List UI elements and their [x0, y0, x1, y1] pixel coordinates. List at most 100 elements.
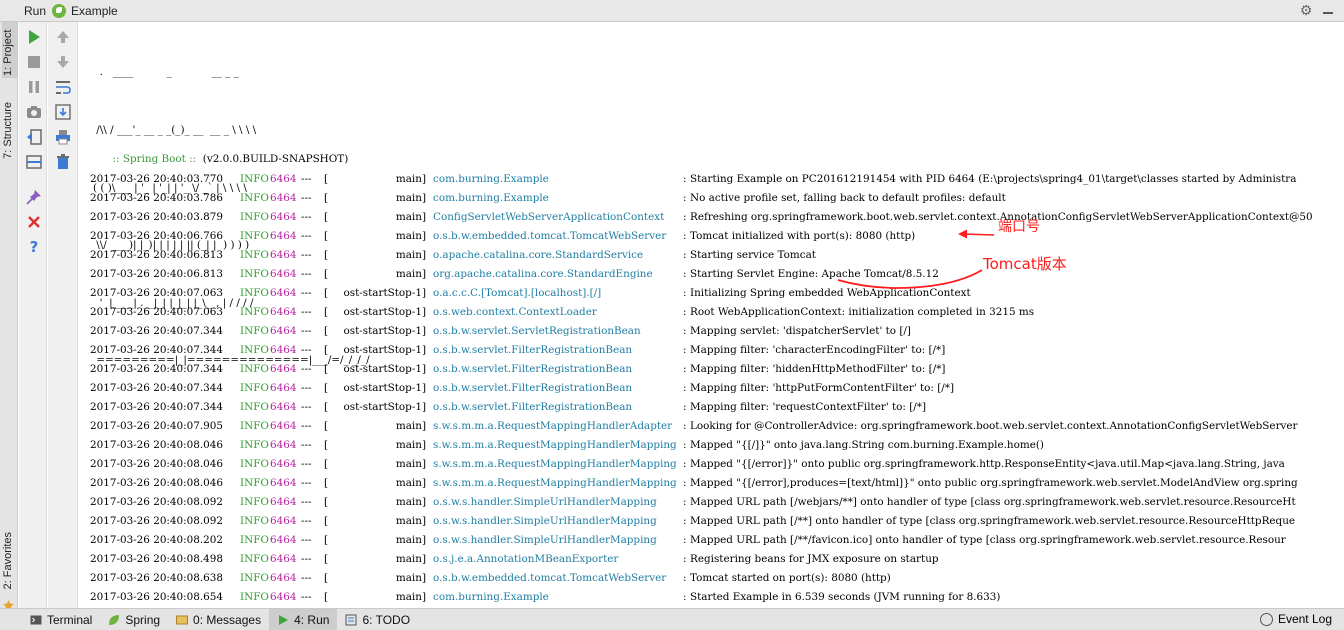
log-logger: o.apache.catalina.core.StandardService — [433, 249, 644, 261]
log-separator: --- — [301, 591, 312, 603]
log-line: 2017-03-26 20:40:07.344 INFO 6464 --- [ost-s… — [90, 360, 1344, 379]
log-thread-bracket: [ — [324, 458, 329, 470]
tab-project[interactable]: 1: Project — [2, 22, 17, 78]
banner-line: . ____ _ __ _ _ — [93, 66, 239, 79]
pause-icon[interactable] — [25, 78, 43, 96]
log-level: INFO — [240, 439, 269, 451]
tab-messages[interactable]: 0: Messages — [168, 609, 269, 630]
log-timestamp: 2017-03-26 20:40:08.046 — [90, 458, 224, 470]
log-message: Starting service Tomcat — [690, 249, 816, 261]
log-thread-name: main] — [395, 420, 426, 432]
log-line: 2017-03-26 20:40:08.498 INFO 6464 --- [main]… — [90, 550, 1344, 569]
log-lines: 2017-03-26 20:40:03.770 INFO 6464 ---[main]… — [90, 170, 1344, 607]
log-pid: 6464 — [270, 553, 297, 565]
log-level: INFO — [240, 401, 269, 413]
log-line: 2017-03-26 20:40:07.344 INFO 6464 --- [ost-s… — [90, 322, 1344, 341]
log-level: INFO — [240, 249, 269, 261]
help-icon[interactable]: ? — [25, 238, 43, 256]
stop-icon[interactable] — [25, 53, 43, 71]
log-separator: --- — [301, 382, 312, 394]
log-pid: 6464 — [270, 230, 297, 242]
log-colon: : — [683, 382, 687, 394]
log-separator: --- — [301, 477, 312, 489]
log-thread-bracket: [ — [324, 572, 329, 584]
log-message: Root WebApplicationContext: initializati… — [690, 306, 1035, 318]
log-thread-bracket: [ — [324, 192, 329, 204]
log-separator: --- — [301, 344, 312, 356]
log-thread-name: main] — [395, 534, 426, 546]
log-timestamp: 2017-03-26 20:40:07.344 — [90, 401, 224, 413]
log-level: INFO — [240, 192, 269, 204]
log-message: Tomcat started on port(s): 8080 (http) — [690, 572, 891, 584]
pin-icon[interactable] — [25, 188, 43, 206]
log-pid: 6464 — [270, 534, 297, 546]
log-logger: com.burning.Example — [433, 192, 549, 204]
log-line: 2017-03-26 20:40:06.766 INFO 6464 --- [main]… — [90, 227, 1344, 246]
tab-run[interactable]: 4: Run — [269, 609, 338, 630]
log-thread-name: main] — [395, 572, 426, 584]
log-thread-name: main] — [395, 439, 426, 451]
event-log-button[interactable]: Event Log — [1259, 612, 1332, 626]
log-timestamp: 2017-03-26 20:40:03.770 — [90, 173, 224, 185]
log-logger: s.w.s.m.m.a.RequestMappingHandlerMapping — [433, 458, 677, 470]
layout-icon[interactable] — [25, 153, 43, 171]
log-message: Mapped "{[/error]}" onto public org.spri… — [690, 458, 1285, 470]
log-message: Registering beans for JMX exposure on st… — [690, 553, 939, 565]
log-colon: : — [683, 496, 687, 508]
scroll-to-end-icon[interactable] — [54, 103, 72, 121]
log-level: INFO — [240, 363, 269, 375]
log-thread-bracket: [ — [324, 230, 329, 242]
tab-terminal[interactable]: Terminal — [22, 609, 100, 630]
log-pid: 6464 — [270, 439, 297, 451]
tab-todo[interactable]: 6: TODO — [337, 609, 418, 630]
log-pid: 6464 — [270, 344, 297, 356]
camera-icon[interactable] — [25, 103, 43, 121]
run-icon — [279, 614, 289, 625]
log-level: INFO — [240, 591, 269, 603]
tab-favorites[interactable]: 2: Favorites — [2, 532, 14, 589]
log-colon: : — [683, 553, 687, 565]
log-separator: --- — [301, 325, 312, 337]
tab-structure[interactable]: 7: Structure — [2, 102, 14, 159]
rerun-icon[interactable] — [25, 28, 43, 46]
log-level: INFO — [240, 420, 269, 432]
log-timestamp: 2017-03-26 20:40:06.813 — [90, 268, 224, 280]
log-thread-bracket: [ — [324, 306, 329, 318]
print-icon[interactable] — [54, 128, 72, 146]
log-line: 2017-03-26 20:40:08.046 INFO 6464 --- [main]… — [90, 455, 1344, 474]
clear-all-icon[interactable] — [54, 153, 72, 171]
soft-wrap-icon[interactable] — [54, 78, 72, 96]
minimize-icon[interactable] — [1322, 2, 1334, 18]
tab-label: 0: Messages — [193, 612, 262, 627]
log-thread-name: main] — [395, 591, 426, 603]
log-message: Mapped URL path [/**] onto handler of ty… — [690, 515, 1296, 527]
log-pid: 6464 — [270, 496, 297, 508]
log-colon: : — [683, 515, 687, 527]
arrow-down-icon[interactable] — [54, 53, 72, 71]
log-thread-bracket: [ — [324, 211, 329, 223]
log-level: INFO — [240, 344, 269, 356]
log-line: 2017-03-26 20:40:08.046 INFO 6464 --- [main]… — [90, 436, 1344, 455]
log-separator: --- — [301, 515, 312, 527]
log-line: 2017-03-26 20:40:07.344 INFO 6464 --- [ost-s… — [90, 398, 1344, 417]
console-output[interactable]: . ____ _ __ _ _ /\\ / ___'_ __ _ _(_)_ _… — [79, 22, 1344, 608]
log-colon: : — [683, 325, 687, 337]
run-toolbar-secondary — [48, 22, 78, 608]
arrow-up-icon[interactable] — [54, 28, 72, 46]
log-timestamp: 2017-03-26 20:40:07.344 — [90, 382, 224, 394]
restore-layout-icon[interactable] — [25, 128, 43, 146]
log-message: Mapping filter: 'hiddenHttpMethodFilter'… — [690, 363, 946, 375]
tab-spring[interactable]: Spring — [100, 609, 168, 630]
tab-label: Spring — [125, 612, 161, 627]
log-logger: o.a.c.c.C.[Tomcat].[localhost].[/] — [433, 287, 602, 299]
gear-icon[interactable]: ⚙ — [1298, 2, 1314, 18]
log-message: Mapping filter: 'requestContextFilter' t… — [690, 401, 927, 413]
close-icon[interactable] — [25, 213, 43, 231]
log-timestamp: 2017-03-26 20:40:08.654 — [90, 591, 224, 603]
log-line: 2017-03-26 20:40:03.770 INFO 6464 --- [main]… — [90, 170, 1344, 189]
log-timestamp: 2017-03-26 20:40:03.786 — [90, 192, 224, 204]
log-thread-bracket: [ — [324, 439, 329, 451]
log-logger: o.s.w.s.handler.SimpleUrlHandlerMapping — [433, 496, 657, 508]
log-colon: : — [683, 268, 687, 280]
log-thread-bracket: [ — [324, 401, 329, 413]
